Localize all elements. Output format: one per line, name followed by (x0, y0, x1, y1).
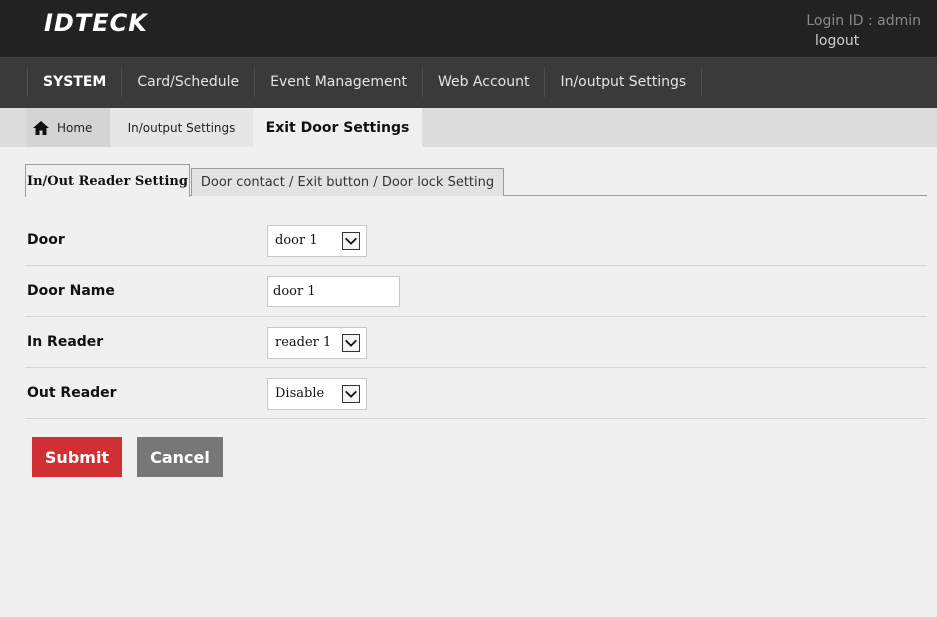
form-row-door-name: Door Name (25, 266, 927, 317)
main-nav: SYSTEM Card/Schedule Event Management We… (0, 57, 937, 108)
form-row-out-reader: Out Reader Disable (25, 368, 927, 419)
chevron-down-icon (342, 232, 360, 250)
in-reader-select-value: reader 1 (275, 335, 332, 350)
out-reader-select-value: Disable (275, 386, 325, 401)
chevron-down-icon (342, 385, 360, 403)
breadcrumb-parent[interactable]: In/output Settings (110, 108, 253, 147)
door-select[interactable]: door 1 (267, 225, 367, 257)
door-select-value: door 1 (275, 233, 318, 248)
nav-items: SYSTEM Card/Schedule Event Management We… (27, 67, 703, 97)
top-header: IDTECK Login ID : admin logout (0, 0, 937, 57)
door-name-label: Door Name (27, 283, 115, 299)
cancel-button[interactable]: Cancel (137, 437, 223, 477)
nav-item-card-schedule[interactable]: Card/Schedule (121, 67, 254, 97)
out-reader-select[interactable]: Disable (267, 378, 367, 410)
logo: IDTECK (44, 9, 148, 37)
submit-button[interactable]: Submit (32, 437, 122, 477)
in-reader-select[interactable]: reader 1 (267, 327, 367, 359)
breadcrumb-current: Exit Door Settings (253, 108, 422, 147)
door-label: Door (27, 232, 65, 248)
chevron-down-icon (342, 334, 360, 352)
door-name-input[interactable] (267, 276, 400, 307)
breadcrumb: Home In/output Settings Exit Door Settin… (0, 108, 937, 147)
form-row-in-reader: In Reader reader 1 (25, 317, 927, 368)
breadcrumb-home-label: Home (57, 120, 93, 135)
login-id-text: Login ID : admin (806, 13, 921, 29)
out-reader-label: Out Reader (27, 385, 117, 401)
nav-item-system[interactable]: SYSTEM (27, 67, 121, 97)
nav-item-inoutput-settings[interactable]: In/output Settings (544, 67, 703, 97)
tab-door-contact-setting[interactable]: Door contact / Exit button / Door lock S… (191, 168, 504, 196)
settings-tabs: In/Out Reader Setting Door contact / Exi… (25, 164, 927, 197)
nav-item-event-management[interactable]: Event Management (254, 67, 422, 97)
nav-item-web-account[interactable]: Web Account (421, 67, 545, 97)
form-row-door: Door door 1 (25, 215, 927, 266)
home-icon (33, 120, 49, 135)
breadcrumb-home[interactable]: Home (27, 108, 110, 147)
tab-inout-reader-setting[interactable]: In/Out Reader Setting (25, 164, 190, 197)
in-reader-label: In Reader (27, 334, 104, 350)
logout-link[interactable]: logout (815, 33, 859, 49)
reader-settings-form: Door door 1 Door Name In Reader reader 1… (25, 215, 927, 419)
